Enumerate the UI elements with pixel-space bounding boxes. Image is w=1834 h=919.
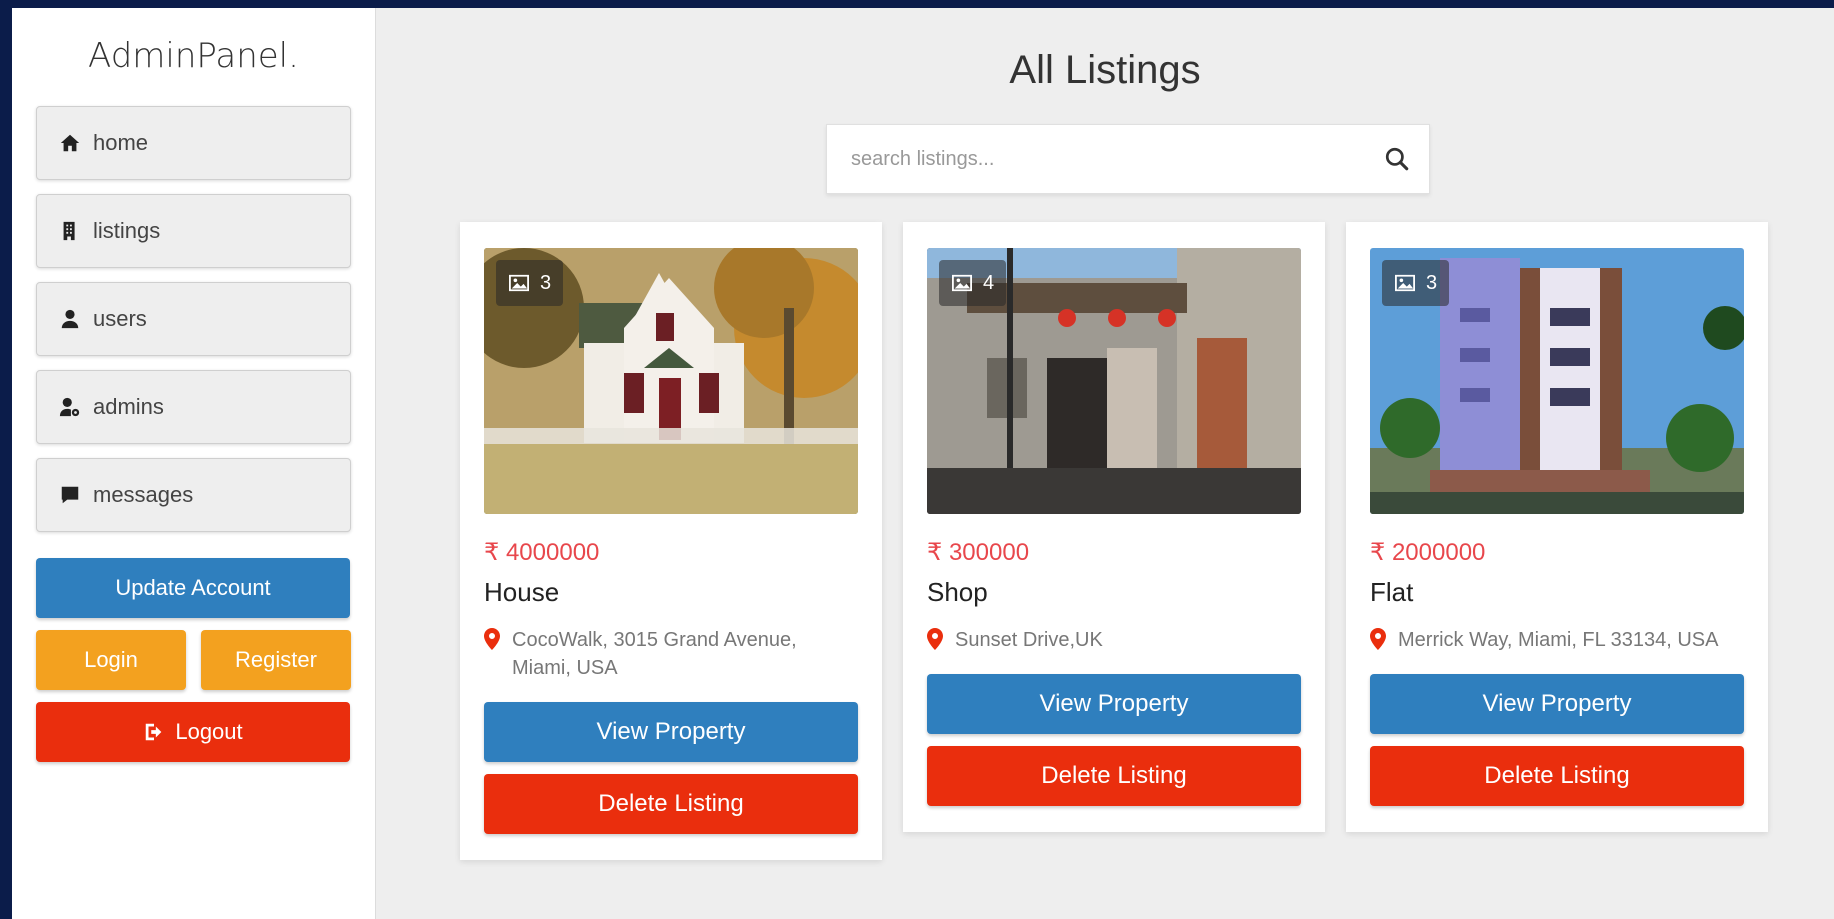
- login-button[interactable]: Login: [36, 630, 186, 690]
- search-button[interactable]: [1365, 125, 1429, 193]
- address-text: Merrick Way, Miami, FL 33134, USA: [1398, 629, 1719, 651]
- delete-listing-button[interactable]: Delete Listing: [927, 746, 1301, 806]
- brand-title: AdminPanel.: [88, 36, 299, 76]
- image-count: 3: [1426, 271, 1438, 294]
- view-property-button[interactable]: View Property: [484, 702, 858, 762]
- currency-symbol: ₹: [927, 539, 943, 566]
- listing-name: House: [484, 577, 560, 607]
- sidebar-item-users[interactable]: users: [36, 282, 351, 356]
- currency-symbol: ₹: [484, 539, 500, 566]
- listing-address: Merrick Way, Miami, FL 33134, USA: [1370, 626, 1744, 654]
- page-title: All Listings: [1009, 48, 1201, 92]
- logout-button[interactable]: Logout: [36, 702, 350, 762]
- map-marker-icon: [484, 628, 500, 650]
- listing-price: ₹ 4000000: [484, 538, 858, 567]
- address-text: CocoWalk, 3015 Grand Avenue, Miami, USA: [512, 629, 797, 679]
- listing-address: Sunset Drive,UK: [927, 626, 1301, 654]
- sidebar-item-label: users: [93, 306, 147, 331]
- delete-listing-button[interactable]: Delete Listing: [1370, 746, 1744, 806]
- listing-card-flat: 3 ₹ 2000000 Flat Merrick Way, Miami, FL …: [1346, 222, 1768, 832]
- listing-price: ₹ 300000: [927, 538, 1301, 567]
- map-marker-icon: [1370, 628, 1386, 650]
- home-icon: [60, 134, 80, 152]
- auth-button-row: Login Register: [36, 630, 351, 690]
- sidebar-item-label: messages: [93, 482, 194, 507]
- image-icon: [509, 274, 529, 292]
- search-icon: [1385, 147, 1409, 171]
- sidebar-item-home[interactable]: home: [36, 106, 351, 180]
- listing-card-house: 3 ₹ 4000000 House CocoWalk, 3015 Grand A…: [460, 222, 882, 860]
- price-value: 4000000: [505, 539, 600, 566]
- user-icon: [61, 309, 79, 329]
- address-text: Sunset Drive,UK: [955, 629, 1103, 651]
- listing-image[interactable]: 3: [1370, 248, 1744, 514]
- listing-price: ₹ 2000000: [1370, 538, 1744, 567]
- image-count-badge: 3: [1382, 260, 1450, 306]
- listing-address: CocoWalk, 3015 Grand Avenue, Miami, USA: [484, 626, 858, 682]
- sidebar-item-label: listings: [93, 218, 161, 243]
- listing-image[interactable]: 4: [927, 248, 1301, 514]
- logout-label: Logout: [175, 719, 243, 744]
- view-property-button[interactable]: View Property: [1370, 674, 1744, 734]
- app-window: AdminPanel. home listings users admins m…: [12, 8, 1834, 919]
- currency-symbol: ₹: [1370, 539, 1386, 566]
- image-count-badge: 3: [496, 260, 564, 306]
- update-account-button[interactable]: Update Account: [36, 558, 350, 618]
- sidebar: AdminPanel. home listings users admins m…: [12, 8, 376, 919]
- sign-out-icon: [146, 723, 162, 741]
- register-button[interactable]: Register: [201, 630, 351, 690]
- image-count: 3: [540, 271, 552, 294]
- view-property-button[interactable]: View Property: [927, 674, 1301, 734]
- sidebar-item-listings[interactable]: listings: [36, 194, 351, 268]
- delete-listing-button[interactable]: Delete Listing: [484, 774, 858, 834]
- user-gear-icon: [59, 397, 80, 417]
- building-icon: [63, 221, 75, 241]
- image-count-badge: 4: [939, 260, 1007, 306]
- main-content: All Listings search listings... 3 ₹ 4000…: [376, 8, 1834, 919]
- search-bar: [826, 124, 1430, 194]
- sidebar-item-admins[interactable]: admins: [36, 370, 351, 444]
- sidebar-item-messages[interactable]: messages: [36, 458, 351, 532]
- search-input[interactable]: [827, 125, 1365, 193]
- image-icon: [952, 274, 972, 292]
- image-icon: [1395, 274, 1415, 292]
- sidebar-item-label: home: [93, 130, 149, 155]
- listing-image[interactable]: 3: [484, 248, 858, 514]
- listing-name: Shop: [927, 577, 988, 607]
- message-icon: [61, 486, 79, 504]
- price-value: 300000: [948, 539, 1030, 566]
- price-value: 2000000: [1391, 539, 1486, 566]
- image-count: 4: [983, 271, 995, 294]
- listing-name: Flat: [1370, 577, 1414, 607]
- sidebar-item-label: admins: [93, 394, 164, 419]
- listing-card-shop: 4 ₹ 300000 Shop Sunset Drive,UK View Pro…: [903, 222, 1325, 832]
- map-marker-icon: [927, 628, 943, 650]
